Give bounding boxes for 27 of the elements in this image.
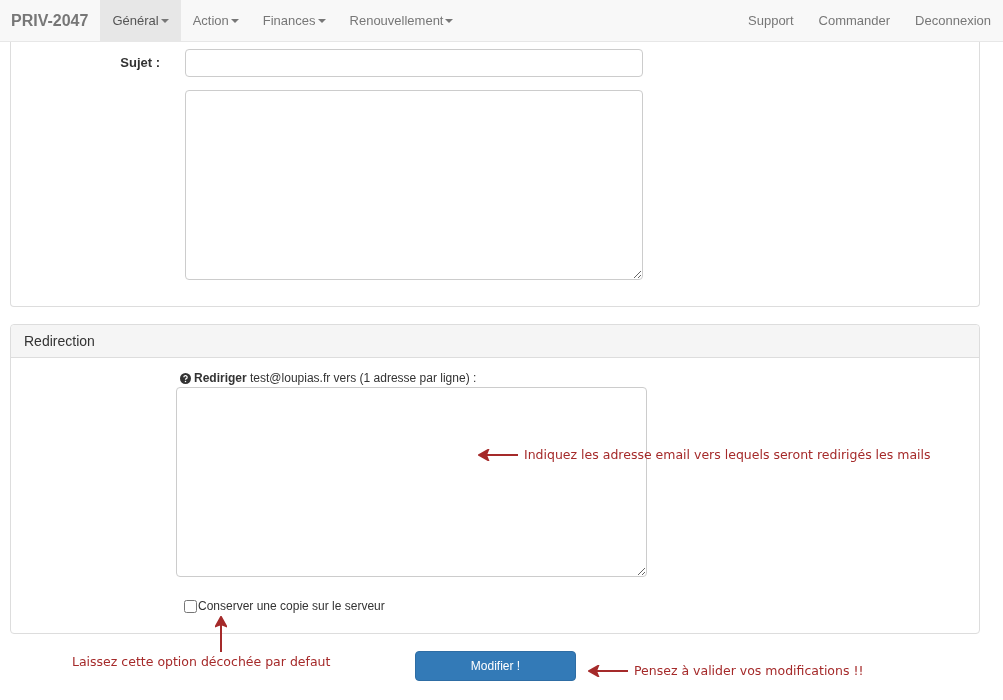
keep-copy-checkbox[interactable] — [184, 600, 197, 613]
checkbox-label: Conserver une copie sur le serveur — [198, 598, 385, 613]
annotation-text: Pensez à valider vos modifications !! — [634, 663, 864, 678]
caret-icon — [160, 18, 169, 23]
arrow-icon — [588, 664, 628, 677]
nav-link[interactable]: Commander — [805, 0, 903, 41]
help-icon — [180, 372, 191, 384]
menu-dropdown[interactable]: Finances — [250, 0, 338, 41]
menu-dropdown[interactable]: Général — [100, 0, 181, 41]
arrow-icon — [478, 448, 518, 461]
caret-icon — [317, 18, 326, 23]
menu-dropdown[interactable]: Renouvellement — [337, 0, 466, 41]
message-textarea[interactable] — [185, 90, 643, 280]
caret-icon — [445, 18, 454, 23]
menu-dropdown[interactable]: Action — [180, 0, 251, 41]
submit-button[interactable]: Modifier ! — [415, 651, 576, 681]
redirect-label: Rediriger test@loupias.fr vers (1 adresse par ligne) : — [194, 371, 477, 385]
panel-heading: Redirection — [11, 325, 979, 358]
nav-link[interactable]: Support — [735, 0, 806, 41]
annotation-text: Laissez cette option décochée par defaut — [72, 654, 331, 669]
annotation-text: Indiquez les adresse email vers lequels seront redirigés les mails — [524, 447, 931, 462]
subject-label: Sujet : — [119, 54, 161, 72]
brand-link[interactable]: PRIV-2047 — [0, 0, 101, 41]
caret-icon — [230, 18, 239, 23]
arrow-icon — [215, 616, 227, 652]
nav-link[interactable]: Deconnexion — [902, 0, 1003, 41]
subject-field[interactable] — [185, 49, 643, 77]
